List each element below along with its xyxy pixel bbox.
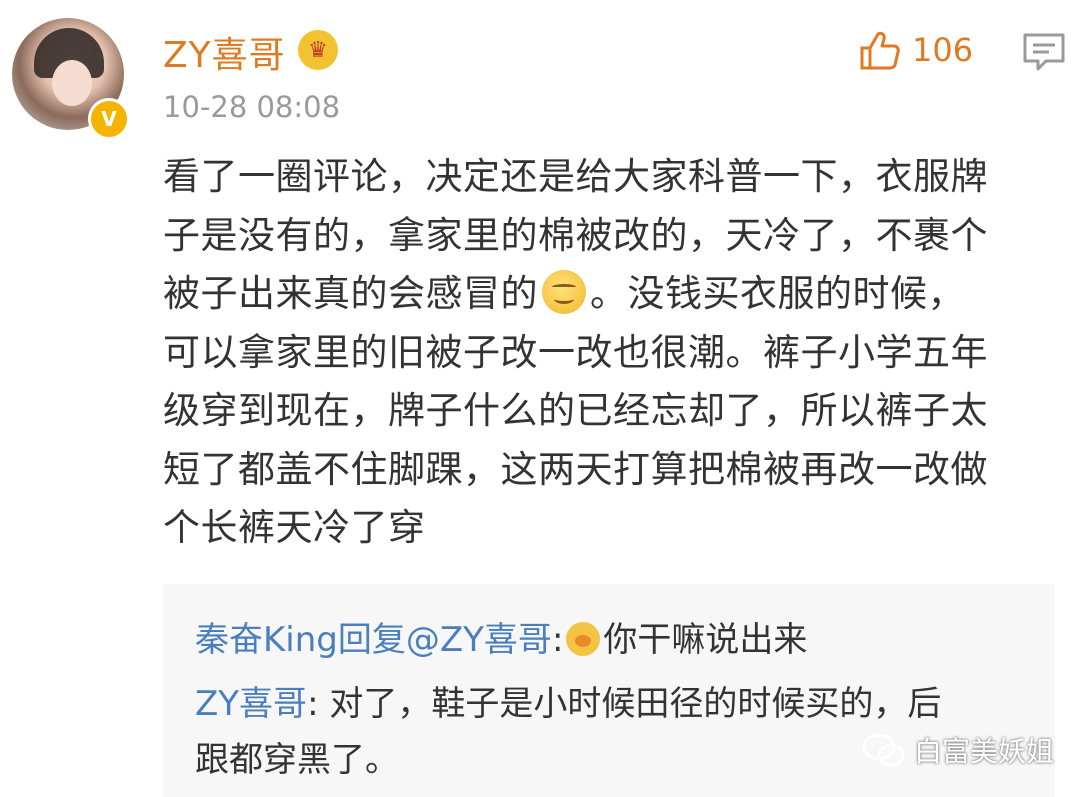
reply-author-link[interactable]: 秦奋King回复@ZY喜哥 <box>195 620 552 660</box>
post-line-text: 被子出来真的会感冒的 <box>163 272 538 315</box>
verified-badge-icon: V <box>88 98 130 140</box>
watermark: 白富美妖姐 <box>862 730 1054 770</box>
reply-text: : 对了，鞋子是小时候田径的时候买的，后 <box>307 684 942 724</box>
comment-icon <box>1023 33 1065 71</box>
reply-author-link[interactable]: ZY喜哥 <box>195 684 307 724</box>
post-line: 可以拿家里的旧被子改一改也很潮。裤子小学五年 <box>163 330 988 374</box>
post-line: 被子出来真的会感冒的 。没钱买衣服的时候， <box>163 265 1068 324</box>
like-count: 106 <box>912 31 974 69</box>
reply-separator: : <box>551 620 564 660</box>
reply-text: 你干嘛说出来 <box>603 620 808 660</box>
post-body: 看了一圈评论，决定还是给大家科普一下，衣服牌 子是没有的，拿家里的棉被改的，天冷… <box>163 148 1068 558</box>
like-button[interactable]: 106 <box>858 28 973 72</box>
smile-emoji-icon <box>542 270 586 314</box>
shocked-emoji-icon <box>566 622 601 656</box>
reply-line: 秦奋King回复@ZY喜哥: 你干嘛说出来 <box>195 612 807 661</box>
post-line: 子是没有的，拿家里的棉被改的，天冷了，不裹个 <box>163 213 988 257</box>
reply-line: ZY喜哥: 对了，鞋子是小时候田径的时候买的，后 <box>195 676 941 725</box>
post-line: 个长裤天冷了穿 <box>163 506 426 549</box>
post-line: 级穿到现在，牌子什么的已经忘却了，所以裤子太 <box>163 389 988 432</box>
post-line: 看了一圈评论，决定还是给大家科普一下，衣服牌 <box>163 155 988 198</box>
reply-line: 跟都穿黑了。 <box>195 732 399 781</box>
wechat-icon <box>862 733 905 767</box>
post-line-text: 。没钱买衣服的时候， <box>590 272 965 315</box>
post-line: 短了都盖不住脚踝，这两天打算把棉被再改一改做 <box>163 447 988 491</box>
post-username[interactable]: ZY喜哥 <box>163 26 286 78</box>
post-timestamp: 10-28 08:08 <box>163 90 341 124</box>
reply-text: 跟都穿黑了。 <box>195 740 399 780</box>
avatar-face <box>52 60 92 106</box>
watermark-text: 白富美妖姐 <box>914 735 1055 768</box>
level-crown-icon: ♛ <box>298 30 338 70</box>
thumbs-up-icon <box>860 31 900 70</box>
comment-button[interactable] <box>1022 32 1066 76</box>
